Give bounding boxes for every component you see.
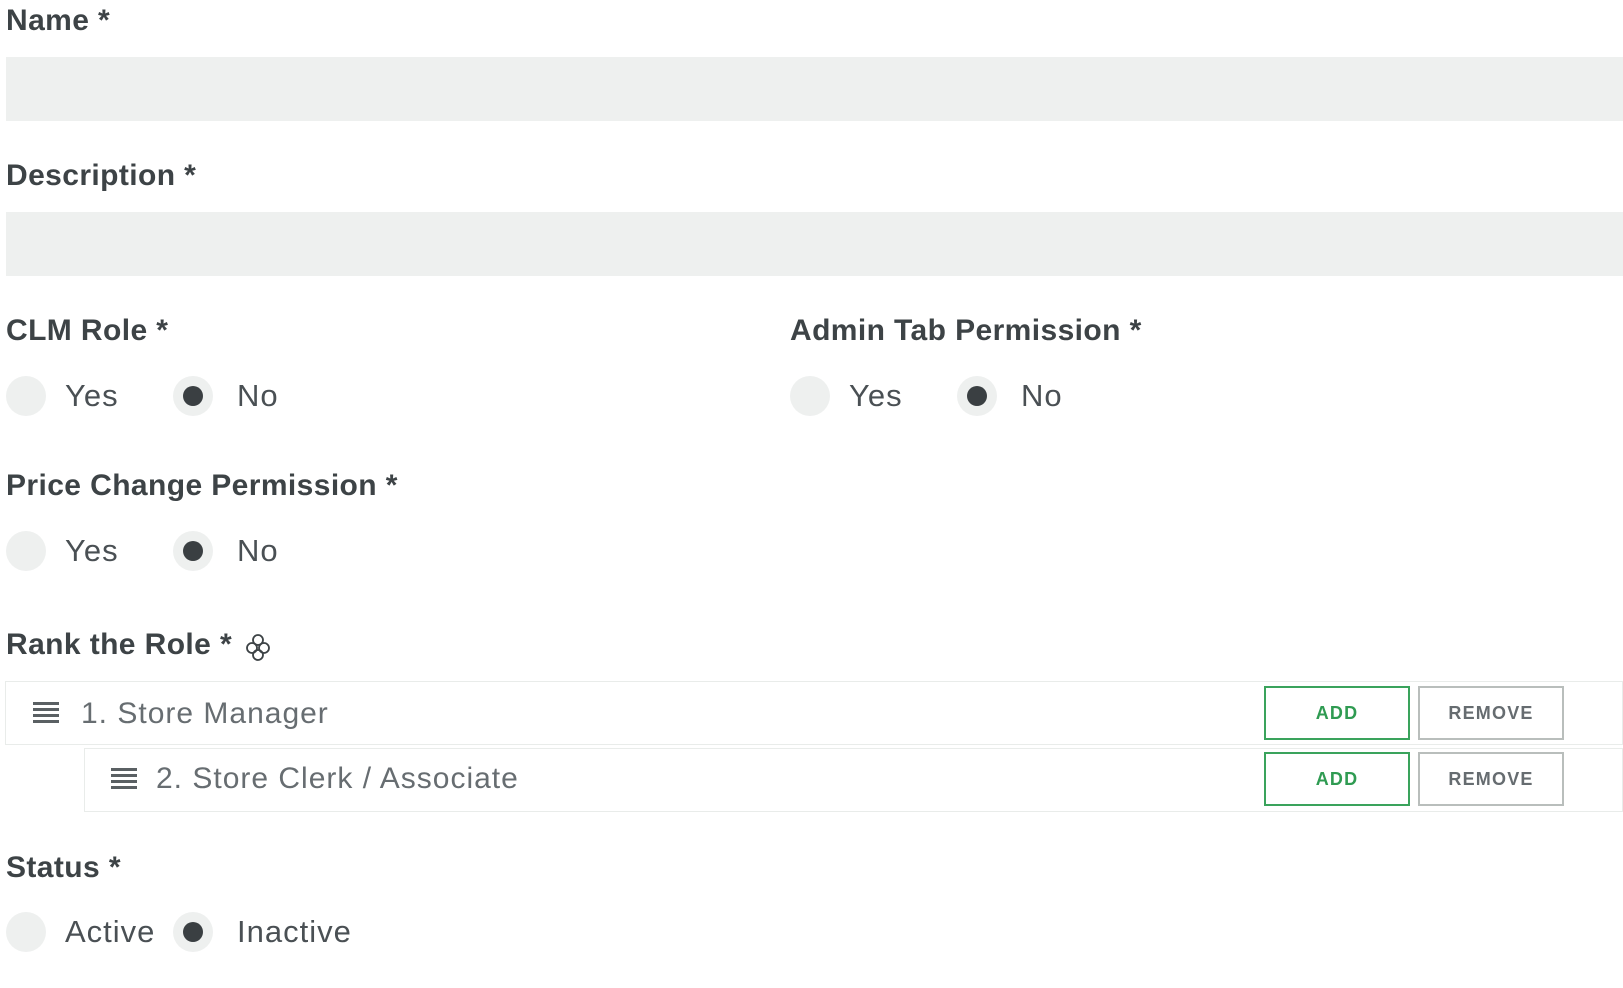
remove-button[interactable]: REMOVE bbox=[1418, 752, 1564, 806]
clm-role-no-label[interactable]: No bbox=[237, 376, 279, 416]
price-change-permission-no-label[interactable]: No bbox=[237, 531, 279, 571]
status-active-radio[interactable] bbox=[6, 912, 46, 952]
clm-role-radio-group: Yes No bbox=[6, 376, 326, 420]
status-label: Status * bbox=[6, 851, 121, 884]
drag-handle-icon[interactable] bbox=[111, 768, 137, 790]
admin-tab-permission-no-label[interactable]: No bbox=[1021, 376, 1063, 416]
drag-handle-icon[interactable] bbox=[33, 702, 59, 724]
status-inactive-radio[interactable] bbox=[173, 912, 213, 952]
move-arrows-icon bbox=[246, 634, 270, 661]
description-input[interactable] bbox=[6, 212, 1623, 276]
admin-tab-permission-yes-label[interactable]: Yes bbox=[849, 376, 903, 416]
name-input[interactable] bbox=[6, 57, 1623, 121]
clm-role-yes-radio[interactable] bbox=[6, 376, 46, 416]
price-change-permission-label: Price Change Permission * bbox=[6, 469, 398, 502]
rank-item-label: 2. Store Clerk / Associate bbox=[156, 762, 519, 795]
name-label: Name * bbox=[6, 4, 111, 37]
remove-button[interactable]: REMOVE bbox=[1418, 686, 1564, 740]
description-label: Description * bbox=[6, 159, 197, 192]
price-change-permission-yes-label[interactable]: Yes bbox=[65, 531, 119, 571]
clm-role-yes-label[interactable]: Yes bbox=[65, 376, 119, 416]
clm-role-label: CLM Role * bbox=[6, 314, 169, 347]
status-active-label[interactable]: Active bbox=[65, 912, 155, 952]
price-change-permission-yes-radio[interactable] bbox=[6, 531, 46, 571]
rank-role-label: Rank the Role * bbox=[6, 628, 233, 661]
rank-item-label: 1. Store Manager bbox=[81, 697, 329, 730]
admin-tab-permission-label: Admin Tab Permission * bbox=[790, 314, 1142, 347]
add-button[interactable]: ADD bbox=[1264, 752, 1410, 806]
admin-tab-permission-no-radio[interactable] bbox=[957, 376, 997, 416]
add-button[interactable]: ADD bbox=[1264, 686, 1410, 740]
status-inactive-label[interactable]: Inactive bbox=[237, 912, 352, 952]
status-radio-group: Active Inactive bbox=[6, 912, 406, 956]
price-change-permission-no-radio[interactable] bbox=[173, 531, 213, 571]
admin-tab-permission-yes-radio[interactable] bbox=[790, 376, 830, 416]
price-change-permission-radio-group: Yes No bbox=[6, 531, 326, 575]
admin-tab-permission-radio-group: Yes No bbox=[790, 376, 1110, 420]
clm-role-no-radio[interactable] bbox=[173, 376, 213, 416]
